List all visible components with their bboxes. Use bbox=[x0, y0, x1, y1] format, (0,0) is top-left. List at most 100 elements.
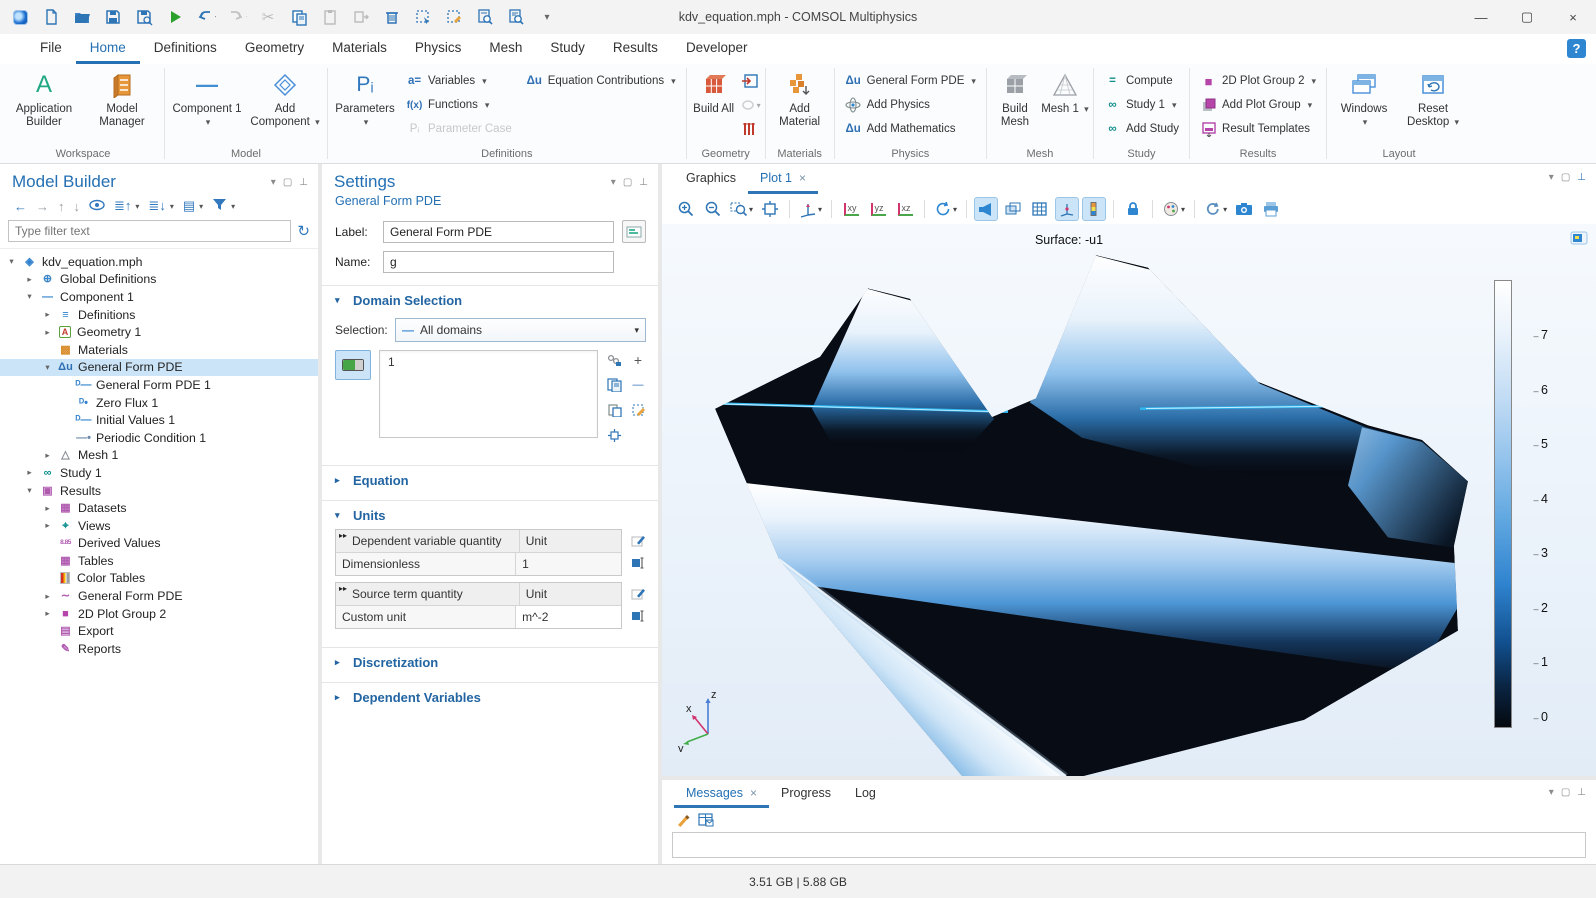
variables-button[interactable]: a= Variables▾ bbox=[400, 70, 518, 92]
add-material-button[interactable]: Add Material bbox=[770, 66, 830, 140]
name-field[interactable] bbox=[383, 251, 614, 273]
tree-item-zero-flux-1[interactable]: ᴰ•Zero Flux 1 bbox=[0, 394, 318, 412]
paste-selection-icon[interactable] bbox=[606, 402, 622, 418]
table-header[interactable]: Unit bbox=[520, 583, 621, 605]
tab-plot-1[interactable]: Plot 1× bbox=[748, 164, 818, 194]
filter-input[interactable] bbox=[8, 220, 291, 242]
zoom-extents-icon[interactable] bbox=[758, 197, 782, 221]
functions-button[interactable]: f(x) Functions▾ bbox=[400, 94, 518, 116]
change-unit-icon[interactable] bbox=[630, 608, 646, 624]
tree-item-general-form-pde[interactable]: ▸∼General Form PDE bbox=[0, 587, 318, 605]
chevron-right-icon[interactable]: ▸ bbox=[42, 503, 53, 514]
add-study-button[interactable]: ∞ Add Study bbox=[1098, 118, 1185, 140]
filter-funnel-icon[interactable] bbox=[212, 198, 227, 214]
view-orientation-icon[interactable]: ▾ bbox=[797, 197, 824, 221]
delete-icon[interactable] bbox=[382, 7, 402, 27]
component-1-button[interactable]: — Component 1 ▾ bbox=[169, 66, 245, 140]
show-axis-orientation-icon[interactable] bbox=[1055, 197, 1079, 221]
table-cell[interactable]: Dimensionless bbox=[336, 553, 516, 575]
transparency-icon[interactable] bbox=[1001, 197, 1025, 221]
tree-item-results[interactable]: ▾▣Results bbox=[0, 482, 318, 500]
tab-messages[interactable]: Messages× bbox=[674, 780, 769, 808]
tree-item-reports[interactable]: ✎Reports bbox=[0, 640, 318, 658]
tree-item-materials[interactable]: ▩Materials bbox=[0, 341, 318, 359]
create-selection-icon[interactable] bbox=[606, 352, 622, 368]
menu-tab-physics[interactable]: Physics bbox=[401, 34, 476, 64]
mesh-1-button[interactable]: Mesh 1 ▾ bbox=[1041, 66, 1089, 140]
view-xz-icon[interactable]: xz bbox=[893, 197, 917, 221]
panel-pin-icon[interactable]: ⊥ bbox=[639, 177, 648, 188]
tree-item-geometry-1[interactable]: ▸AGeometry 1 bbox=[0, 323, 318, 341]
panel-pin-icon[interactable]: ⊥ bbox=[1577, 172, 1586, 183]
zoom-out-icon[interactable] bbox=[701, 197, 725, 221]
show-color-legend-icon[interactable] bbox=[1082, 197, 1106, 221]
back-arrow-icon[interactable]: ← bbox=[14, 199, 27, 214]
panel-menu-icon[interactable]: ▾ bbox=[271, 177, 276, 188]
chevron-right-icon[interactable]: ▸ bbox=[42, 520, 53, 531]
tree-item-tables[interactable]: ▦Tables bbox=[0, 552, 318, 570]
copy-selection-icon[interactable] bbox=[606, 377, 622, 393]
units-header[interactable]: ▾ Units bbox=[335, 508, 646, 523]
unit-value-cell[interactable]: m^-2 bbox=[516, 606, 621, 628]
find-in-model-icon[interactable] bbox=[506, 7, 526, 27]
edit-quantity-icon[interactable] bbox=[630, 533, 646, 549]
panel-menu-icon[interactable]: ▾ bbox=[1549, 172, 1554, 183]
add-plot-group-button[interactable]: Add Plot Group▾ bbox=[1194, 94, 1322, 116]
new-file-icon[interactable] bbox=[41, 7, 61, 27]
build-all-button[interactable]: Build All bbox=[691, 66, 737, 140]
reset-desktop-button[interactable]: Reset Desktop ▾ bbox=[1399, 66, 1467, 140]
menu-tab-study[interactable]: Study bbox=[536, 34, 599, 64]
parameters-button[interactable]: Pᵢ Parameters▾ bbox=[332, 66, 398, 140]
chevron-right-icon[interactable]: ▸ bbox=[24, 274, 35, 285]
tree-item-initial-values-1[interactable]: ᴰ—Initial Values 1 bbox=[0, 411, 318, 429]
menu-tab-definitions[interactable]: Definitions bbox=[140, 34, 231, 64]
general-form-pde-button[interactable]: Δu General Form PDE▾ bbox=[839, 70, 982, 92]
active-toggle-button[interactable] bbox=[335, 350, 371, 380]
view-xy-icon[interactable]: xy bbox=[839, 197, 863, 221]
domain-list[interactable]: 1 bbox=[379, 350, 598, 438]
menu-tab-mesh[interactable]: Mesh bbox=[475, 34, 536, 64]
tree-item-global-definitions[interactable]: ▸⊕Global Definitions bbox=[0, 271, 318, 289]
label-field[interactable] bbox=[383, 221, 614, 243]
add-physics-button[interactable]: Add Physics bbox=[839, 94, 982, 116]
help-button[interactable]: ? bbox=[1567, 39, 1586, 58]
menu-tab-file[interactable]: File bbox=[26, 34, 76, 64]
clear-selection-icon[interactable] bbox=[630, 402, 646, 418]
find-icon[interactable] bbox=[475, 7, 495, 27]
domain-selection-header[interactable]: ▾ Domain Selection bbox=[335, 293, 646, 308]
chevron-right-icon[interactable]: ▸ bbox=[42, 309, 53, 320]
application-builder-button[interactable]: A Application Builder bbox=[6, 66, 82, 140]
maximize-button[interactable]: ▢ bbox=[1504, 0, 1550, 34]
close-tab-icon[interactable]: × bbox=[799, 171, 806, 185]
equation-contributions-button[interactable]: Δu Equation Contributions▾ bbox=[520, 70, 682, 92]
color-theme-icon[interactable]: ▾ bbox=[1160, 197, 1187, 221]
panel-float-icon[interactable]: ▢ bbox=[283, 177, 292, 188]
chevron-down-icon[interactable]: ▾ bbox=[24, 291, 35, 302]
tree-item-mesh-1[interactable]: ▸△Mesh 1 bbox=[0, 447, 318, 465]
table-cell[interactable]: Custom unit bbox=[336, 606, 516, 628]
study-1-button[interactable]: ∞ Study 1▾ bbox=[1098, 94, 1185, 116]
minimize-button[interactable]: — bbox=[1458, 0, 1504, 34]
plot-properties-icon[interactable] bbox=[1570, 230, 1588, 249]
chevron-down-icon[interactable]: ▾ bbox=[24, 485, 35, 496]
update-plot-icon[interactable]: ▾ bbox=[1202, 197, 1229, 221]
table-header[interactable]: ▸▸Source term quantity bbox=[336, 583, 520, 605]
tab-log[interactable]: Log bbox=[843, 780, 888, 808]
tree-item-periodic-condition-1[interactable]: —•Periodic Condition 1 bbox=[0, 429, 318, 447]
open-file-icon[interactable] bbox=[72, 7, 92, 27]
zoom-to-selection-icon[interactable] bbox=[606, 427, 622, 443]
tree-item-derived-values[interactable]: 8.85Derived Values bbox=[0, 535, 318, 553]
undo-icon[interactable] bbox=[196, 7, 216, 27]
tree-item-datasets[interactable]: ▸▦Datasets bbox=[0, 499, 318, 517]
chevron-right-icon[interactable]: ▸ bbox=[24, 467, 35, 478]
rename-icon[interactable] bbox=[622, 220, 646, 243]
dependent-variables-header[interactable]: ▸ Dependent Variables bbox=[335, 690, 646, 705]
messages-output[interactable] bbox=[672, 832, 1586, 858]
print-icon[interactable] bbox=[1259, 197, 1283, 221]
tree-item-general-form-pde-1[interactable]: ᴰ—General Form PDE 1 bbox=[0, 376, 318, 394]
collapse-all-icon[interactable]: ≣↑ bbox=[114, 198, 131, 214]
lock-view-icon[interactable] bbox=[1121, 197, 1145, 221]
save-as-icon[interactable] bbox=[134, 7, 154, 27]
menu-tab-home[interactable]: Home bbox=[76, 34, 140, 64]
panel-pin-icon[interactable]: ⊥ bbox=[299, 177, 308, 188]
